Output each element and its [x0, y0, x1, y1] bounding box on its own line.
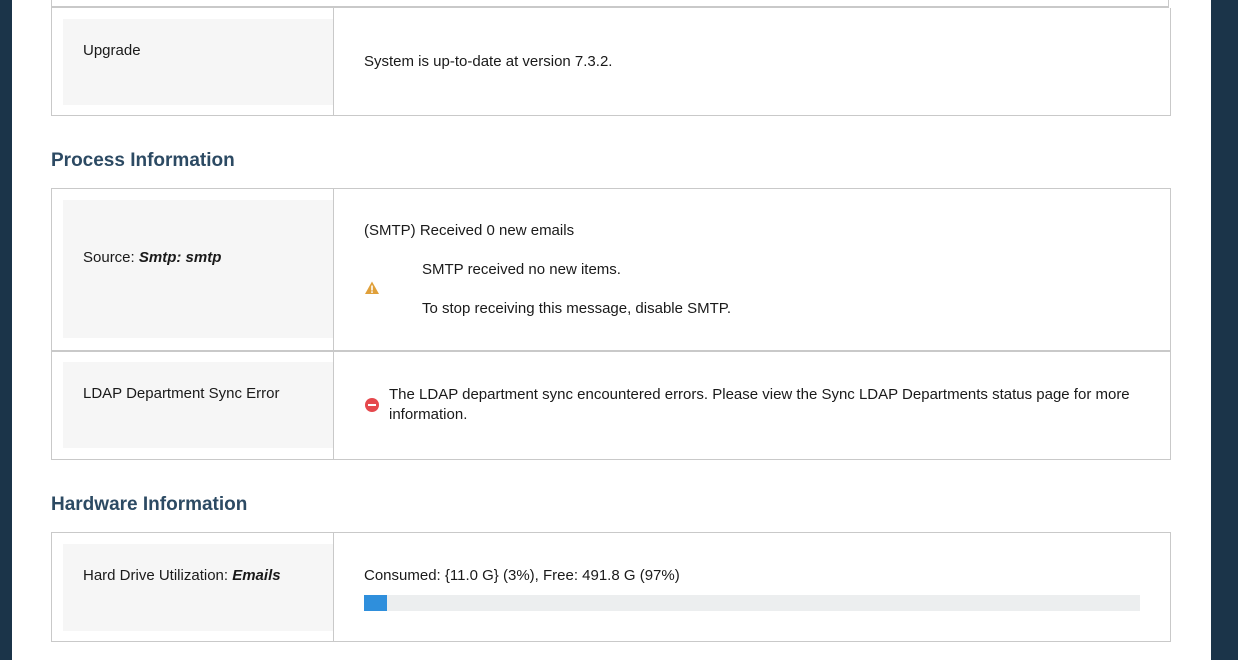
- ldap-label-cell: LDAP Department Sync Error: [63, 362, 333, 448]
- drive-label: Hard Drive Utilization: Emails: [83, 567, 281, 584]
- drive-usage-progress-fill: [364, 595, 388, 611]
- ldap-error-line1: The LDAP department sync encountered err…: [389, 386, 1130, 403]
- ldap-row: LDAP Department Sync Error The LDAP depa…: [52, 350, 1170, 459]
- source-row: Source: Smtp: smtp (SMTP) Received 0 new…: [52, 189, 1170, 350]
- upgrade-label-cell: Upgrade: [63, 19, 333, 105]
- ldap-label: LDAP Department Sync Error: [83, 385, 280, 402]
- drive-usage-progress-bar: [364, 595, 1140, 611]
- source-label-value: Smtp: smtp: [138, 249, 222, 266]
- warning-triangle-icon: [364, 280, 380, 296]
- smtp-warning-line1: SMTP received no new items.: [422, 261, 621, 278]
- process-information-heading: Process Information: [51, 150, 235, 171]
- source-label-cell: Source: Smtp: smtp: [63, 200, 333, 338]
- upgrade-table: Upgrade System is up-to-date at version …: [51, 8, 1171, 116]
- source-label: Source: Smtp: smtp: [83, 249, 222, 266]
- hardware-table: Hard Drive Utilization: Emails Consumed:…: [51, 532, 1171, 642]
- smtp-warning-line2: To stop receiving this message, disable …: [422, 300, 732, 317]
- drive-label-cell: Hard Drive Utilization: Emails: [63, 544, 333, 631]
- drive-row: Hard Drive Utilization: Emails Consumed:…: [52, 533, 1170, 641]
- smtp-received-headline: (SMTP) Received 0 new emails: [364, 222, 575, 239]
- process-table: Source: Smtp: smtp (SMTP) Received 0 new…: [51, 188, 1171, 460]
- status-page: Upgrade System is up-to-date at version …: [12, 0, 1211, 660]
- drive-usage-text: Consumed: {11.0 G} (3%), Free: 491.8 G (…: [364, 567, 680, 584]
- ldap-error-line2: information.: [389, 406, 468, 423]
- upgrade-message: System is up-to-date at version 7.3.2.: [364, 53, 613, 70]
- hardware-information-heading: Hardware Information: [51, 494, 248, 515]
- drive-label-value: Emails: [232, 567, 281, 584]
- previous-table-edge: [51, 0, 1169, 8]
- error-circle-icon: [364, 397, 380, 413]
- upgrade-label: Upgrade: [83, 42, 141, 59]
- upgrade-row: Upgrade System is up-to-date at version …: [52, 8, 1170, 115]
